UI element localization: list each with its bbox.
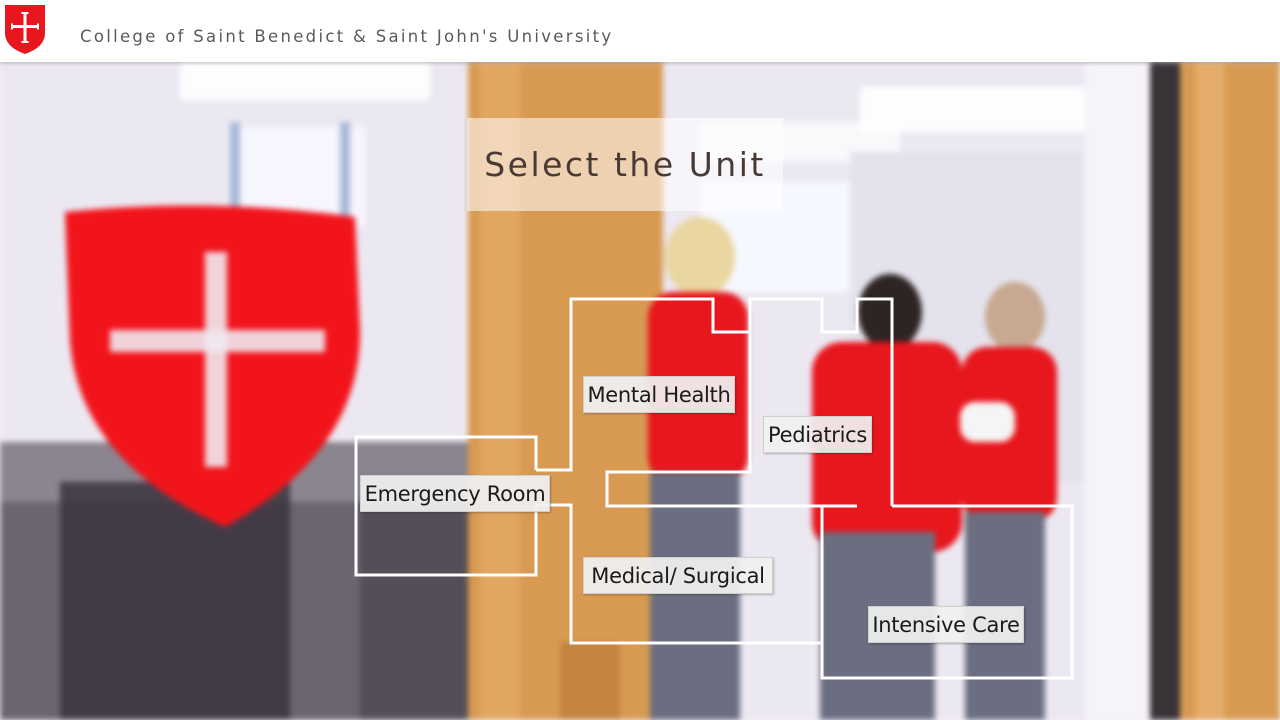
- unit-button-pediatrics[interactable]: Pediatrics: [763, 416, 872, 453]
- page-title: Select the Unit: [484, 145, 766, 184]
- unit-button-mental-health[interactable]: Mental Health: [583, 376, 735, 413]
- unit-button-intensive-care[interactable]: Intensive Care: [868, 606, 1024, 643]
- unit-button-medical-surgical[interactable]: Medical/ Surgical: [583, 557, 773, 594]
- unit-button-emergency-room[interactable]: Emergency Room: [360, 475, 550, 512]
- site-title[interactable]: College of Saint Benedict & Saint John's…: [80, 27, 613, 46]
- site-header: College of Saint Benedict & Saint John's…: [0, 0, 1280, 62]
- red-shield-cross-icon[interactable]: [4, 3, 46, 55]
- page-title-panel: Select the Unit: [467, 118, 783, 211]
